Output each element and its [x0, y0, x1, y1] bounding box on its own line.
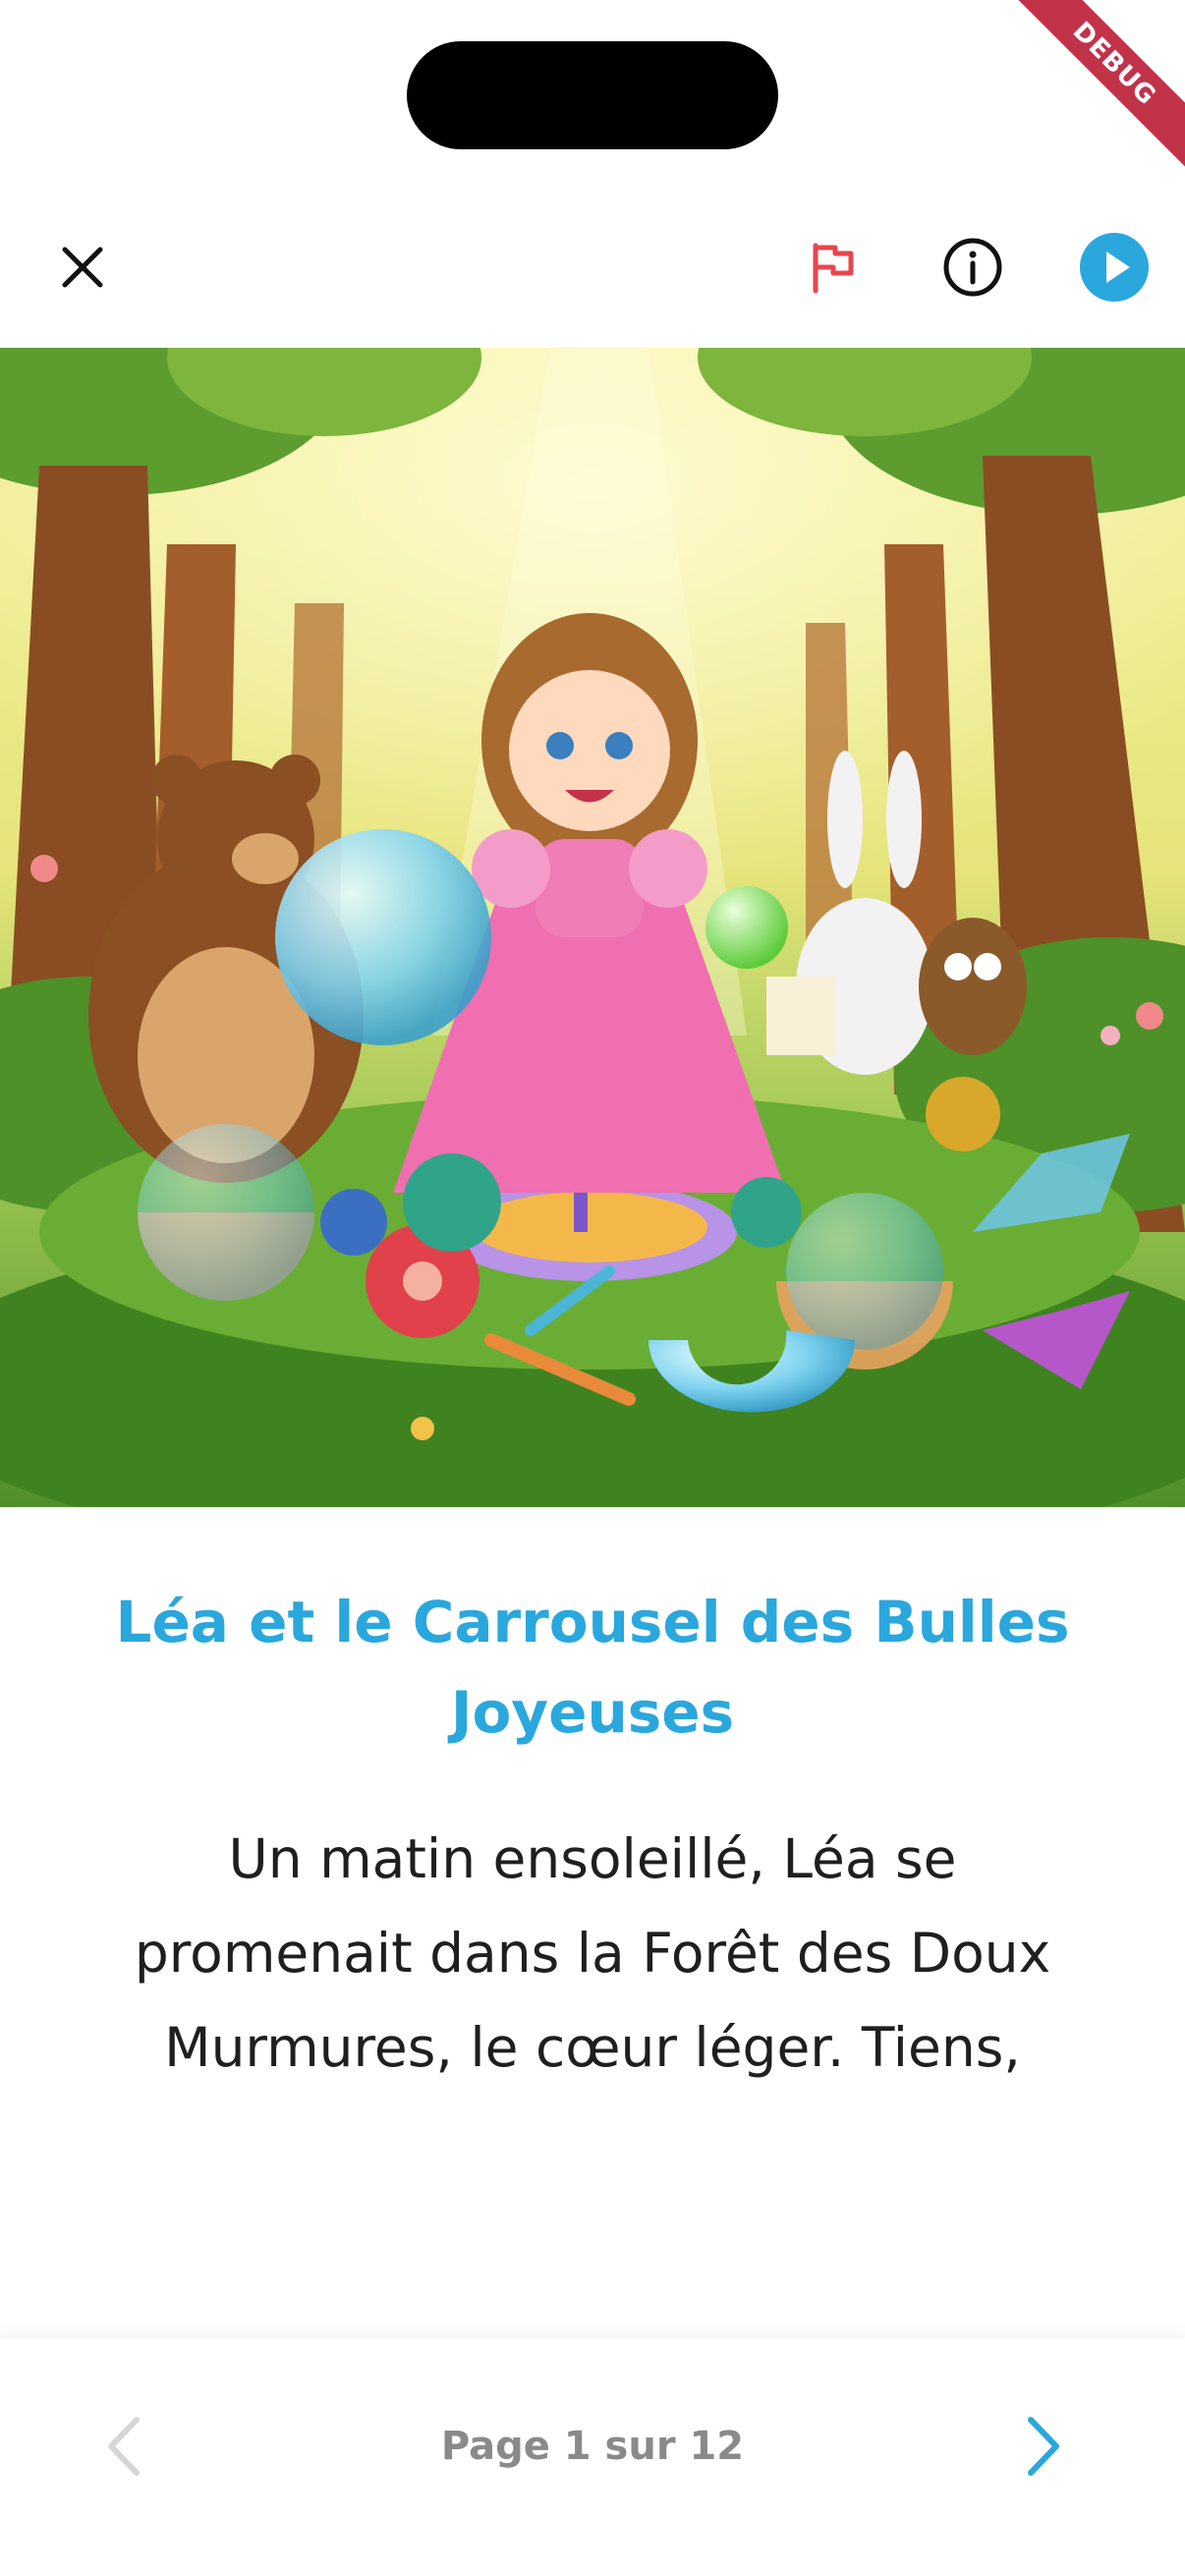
debug-banner-label: DEBUG [1007, 0, 1185, 171]
next-page-button[interactable] [994, 2397, 1093, 2495]
info-icon [943, 238, 1002, 297]
dynamic-island [407, 41, 778, 149]
debug-banner: DEBUG [988, 0, 1185, 196]
close-icon [62, 247, 103, 288]
info-button[interactable] [933, 228, 1012, 307]
story-title: Léa et le Carrousel des Bulles Joyeuses [115, 1589, 1070, 1746]
page-indicator: Page 1 sur 12 [440, 2424, 745, 2469]
reader-toolbar [0, 196, 1185, 334]
pagination-bar: Page 1 sur 12 [0, 2338, 1185, 2576]
previous-page-button[interactable] [75, 2397, 173, 2495]
report-flag-button[interactable] [794, 228, 873, 307]
play-audio-button[interactable] [1075, 228, 1154, 307]
chevron-right-icon [1028, 2417, 1059, 2476]
story-page-text: Un matin ensoleillé, Léa se promenait da… [134, 1827, 1051, 2079]
story-illustration [0, 348, 1185, 1507]
flag-icon [813, 243, 854, 294]
chevron-left-icon [108, 2417, 140, 2476]
play-icon [1080, 233, 1149, 302]
close-button[interactable] [43, 228, 122, 307]
